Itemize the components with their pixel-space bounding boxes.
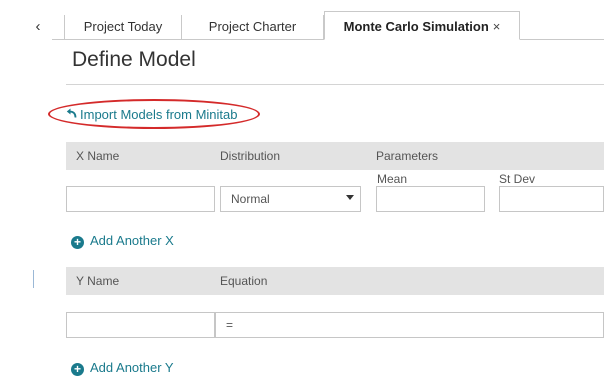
import-models-link[interactable]: Import Models from Minitab [66, 107, 238, 122]
x-name-header: X Name [76, 149, 120, 163]
tab-monte-carlo-simulation[interactable]: Monte Carlo Simulation × [324, 11, 520, 40]
parameters-header: Parameters [376, 149, 439, 163]
plus-circle-icon: + [71, 236, 84, 249]
distribution-select[interactable]: Normal [220, 186, 361, 212]
undo-arrow-icon [66, 107, 77, 122]
tab-label: Monte Carlo Simulation [343, 19, 489, 34]
mean-label: Mean [377, 172, 408, 186]
add-another-y-button[interactable]: + Add Another Y [71, 360, 174, 376]
x-table-header: X Name Distribution Parameters [66, 142, 604, 170]
y-name-input[interactable] [66, 312, 215, 338]
tab-bar: Project Today Project Charter Monte Carl… [52, 11, 604, 40]
equation-value: = [226, 318, 234, 332]
tab-project-today[interactable]: Project Today [64, 15, 182, 39]
import-link-label: Import Models from Minitab [80, 107, 238, 122]
equation-input[interactable]: = [215, 312, 604, 338]
page-title: Define Model [72, 48, 196, 71]
close-icon[interactable]: × [493, 19, 501, 34]
stdev-label: St Dev [499, 172, 536, 186]
dropdown-arrow-icon [346, 195, 354, 200]
tab-project-charter[interactable]: Project Charter [182, 15, 324, 39]
add-another-x-button[interactable]: + Add Another X [71, 233, 174, 249]
stdev-input[interactable] [499, 186, 604, 212]
y-table-header: Y Name Equation [66, 267, 604, 295]
rail-marker [33, 270, 34, 288]
plus-circle-icon: + [71, 363, 84, 376]
title-divider [66, 84, 604, 85]
tab-label: Project Today [83, 19, 163, 34]
distribution-value: Normal [231, 192, 270, 206]
distribution-header: Distribution [220, 149, 281, 163]
y-name-header: Y Name [76, 274, 120, 288]
mean-input[interactable] [376, 186, 485, 212]
x-name-input[interactable] [66, 186, 215, 212]
left-rail: ‹ [0, 0, 52, 382]
chevron-left-icon[interactable]: ‹ [31, 19, 45, 35]
add-y-label: Add Another Y [90, 360, 174, 375]
add-x-label: Add Another X [90, 233, 174, 248]
tab-label: Project Charter [208, 19, 297, 34]
equation-header: Equation [220, 274, 268, 288]
